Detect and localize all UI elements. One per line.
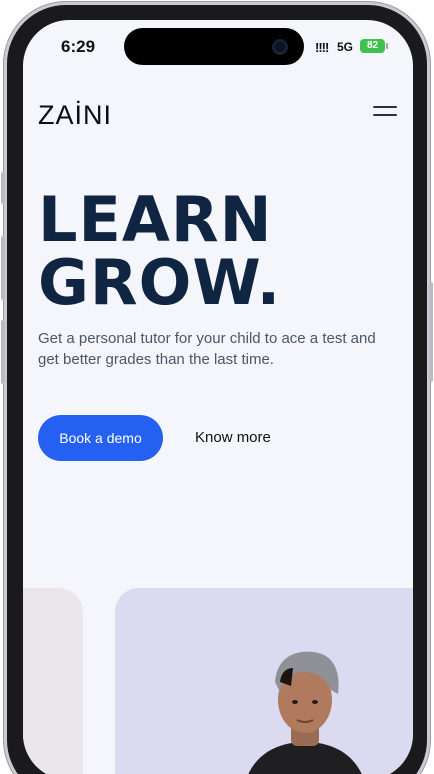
feature-card-right <box>115 588 413 774</box>
feature-card-left <box>23 588 83 774</box>
side-button-action <box>1 172 5 204</box>
dynamic-island <box>124 28 304 65</box>
phone-screen: 6:29 !!!! 5G 82 ZAİNI LEARN GROW. Get a … <box>23 20 413 774</box>
network-type: 5G <box>337 40 354 54</box>
signal-strength-icon: !!!! <box>315 40 329 55</box>
know-more-link[interactable]: Know more <box>195 429 271 446</box>
headline-line-2: GROW. <box>38 246 282 319</box>
status-bar: 6:29 !!!! 5G 82 <box>23 20 413 74</box>
status-time: 6:29 <box>61 37 96 56</box>
hero-headline: LEARN GROW. <box>38 188 281 314</box>
hero-subtitle: Get a personal tutor for your child to a… <box>38 330 376 368</box>
battery-icon: 82 <box>360 39 388 53</box>
headline-line-1: LEARN <box>38 183 273 256</box>
side-button-volume-up <box>1 236 5 300</box>
hamburger-menu-icon[interactable] <box>373 106 397 118</box>
front-camera-icon <box>272 39 288 55</box>
brand-logo[interactable]: ZAİNI <box>38 100 112 131</box>
student-photo <box>248 651 362 774</box>
side-button-power <box>429 282 433 382</box>
side-button-volume-down <box>1 320 5 384</box>
book-demo-button[interactable]: Book a demo <box>38 415 163 461</box>
